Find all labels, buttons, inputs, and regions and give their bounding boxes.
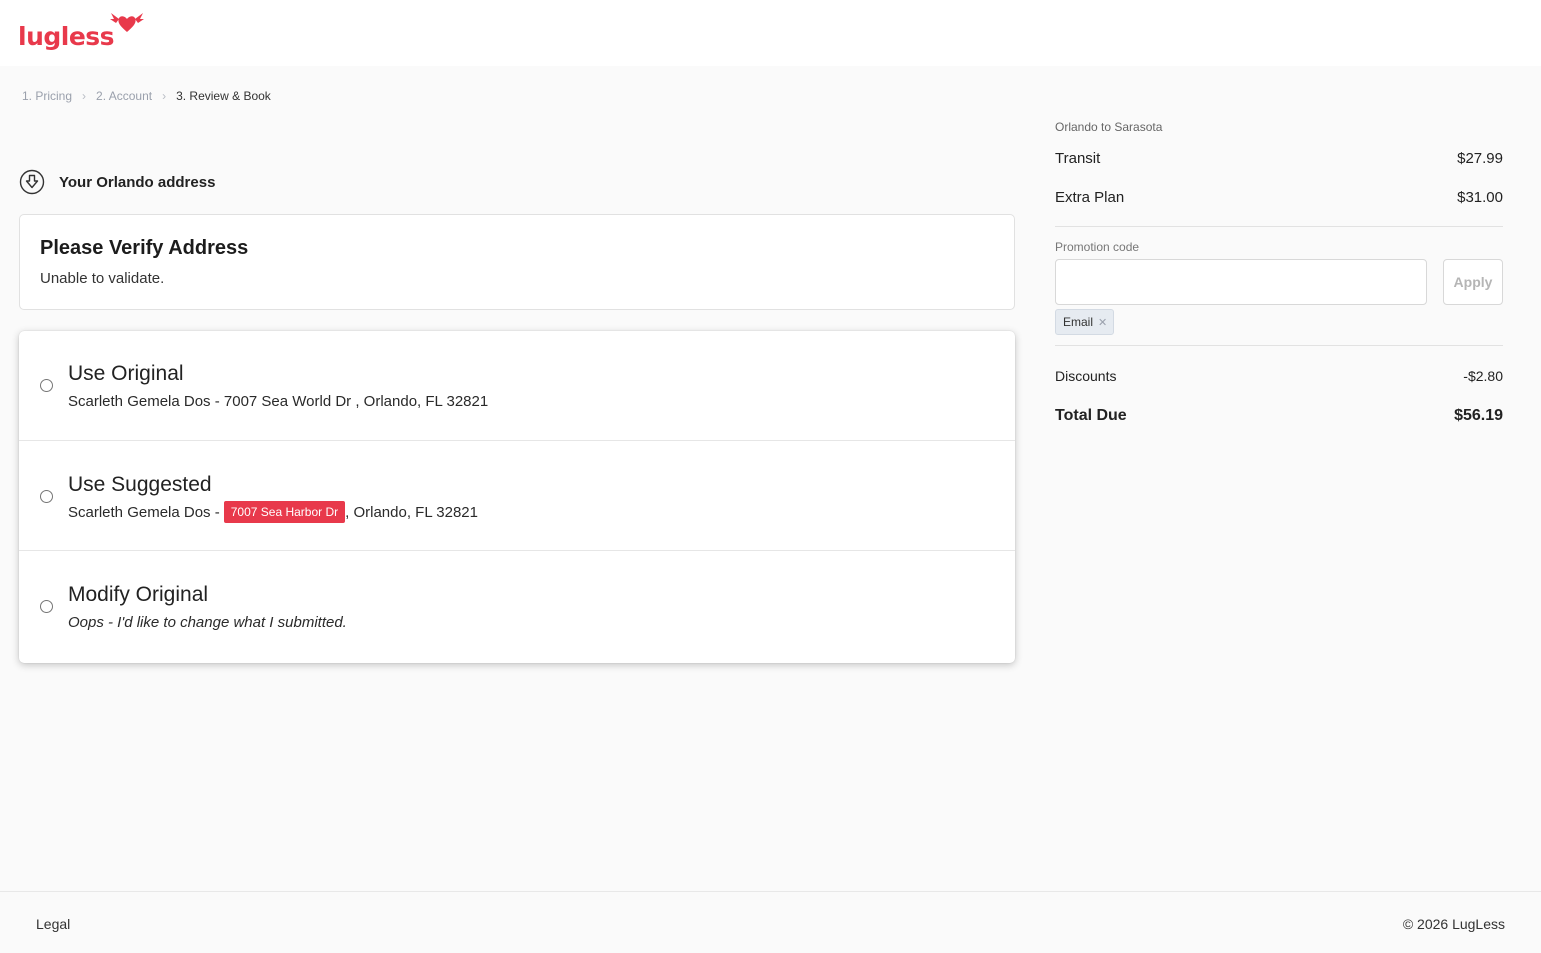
line-item-extra-plan: Extra Plan $31.00: [1055, 189, 1503, 206]
line-item-amount: $31.00: [1457, 189, 1503, 206]
option-title: Use Suggested: [68, 473, 212, 496]
logo-text: lugless: [18, 22, 115, 51]
total-due-row: Total Due $56.19: [1055, 407, 1503, 425]
option-description: Scarleth Gemela Dos - 7007 Sea World Dr …: [68, 393, 488, 410]
option-modify-original[interactable]: Modify Original Oops - I'd like to chang…: [19, 552, 1015, 662]
option-title: Use Original: [68, 362, 184, 385]
breadcrumb-step-account[interactable]: 2. Account: [96, 89, 152, 103]
breadcrumb-step-pricing[interactable]: 1. Pricing: [22, 89, 72, 103]
suggested-address-prefix: Scarleth Gemela Dos -: [68, 503, 220, 521]
close-icon[interactable]: ✕: [1098, 316, 1107, 329]
logo[interactable]: lugless: [18, 12, 145, 56]
radio-use-original[interactable]: [40, 379, 53, 392]
suggested-address-suffix: , Orlando, FL 32821: [345, 503, 478, 521]
original-address-text: Scarleth Gemela Dos - 7007 Sea World Dr …: [68, 393, 489, 410]
arrow-down-circle-icon: [19, 169, 45, 195]
total-due-label: Total Due: [1055, 407, 1127, 424]
discounts-label: Discounts: [1055, 368, 1117, 384]
chevron-right-icon: ›: [162, 89, 167, 103]
top-bar: lugless: [0, 0, 1541, 66]
route-label: Orlando to Sarasota: [1055, 120, 1163, 134]
verify-subtitle: Unable to validate.: [40, 270, 165, 287]
promo-tag-label: Email: [1063, 315, 1094, 329]
option-use-suggested[interactable]: Use Suggested Scarleth Gemela Dos - 7007…: [19, 441, 1015, 551]
discounts-amount: -$2.80: [1463, 368, 1503, 384]
line-item-label: Extra Plan: [1055, 189, 1125, 206]
option-description: Oops - I'd like to change what I submitt…: [68, 614, 347, 631]
suggested-address-highlight: 7007 Sea Harbor Dr: [223, 501, 346, 523]
apply-promo-button[interactable]: Apply: [1443, 259, 1503, 305]
total-due-amount: $56.19: [1454, 407, 1503, 424]
breadcrumb-step-review-book: 3. Review & Book: [176, 89, 271, 103]
radio-modify-original[interactable]: [40, 600, 53, 613]
option-use-original[interactable]: Use Original Scarleth Gemela Dos - 7007 …: [19, 331, 1015, 441]
line-item-amount: $27.99: [1457, 150, 1503, 167]
legal-link[interactable]: Legal: [36, 916, 70, 932]
copyright-text: © 2026 LugLess: [1402, 916, 1505, 932]
line-item-transit: Transit $27.99: [1055, 150, 1503, 167]
promo-tag-email: Email ✕: [1055, 309, 1115, 335]
verify-address-alert: Please Verify Address Unable to validate…: [19, 214, 1015, 310]
winged-heart-logo-icon: [110, 13, 145, 32]
address-section-header: Your Orlando address: [19, 169, 215, 195]
divider: [1055, 345, 1503, 346]
line-item-label: Transit: [1055, 150, 1101, 167]
verify-title: Please Verify Address: [40, 237, 249, 259]
divider: [1055, 226, 1503, 227]
option-title: Modify Original: [68, 583, 209, 606]
promo-code-label: Promotion code: [1055, 240, 1140, 254]
chevron-right-icon: ›: [82, 89, 87, 103]
modify-original-text: Oops - I'd like to change what I submitt…: [68, 614, 347, 631]
footer: Legal © 2026 LugLess: [0, 891, 1541, 953]
radio-use-suggested[interactable]: [40, 490, 53, 503]
discounts-row: Discounts -$2.80: [1055, 368, 1503, 384]
address-options: Use Original Scarleth Gemela Dos - 7007 …: [19, 331, 1015, 663]
breadcrumb: 1. Pricing › 2. Account › 3. Review & Bo…: [22, 89, 271, 103]
promo-code-input[interactable]: [1055, 259, 1427, 305]
section-title: Your Orlando address: [59, 173, 216, 191]
option-description: Scarleth Gemela Dos - 7007 Sea Harbor Dr…: [68, 501, 478, 523]
